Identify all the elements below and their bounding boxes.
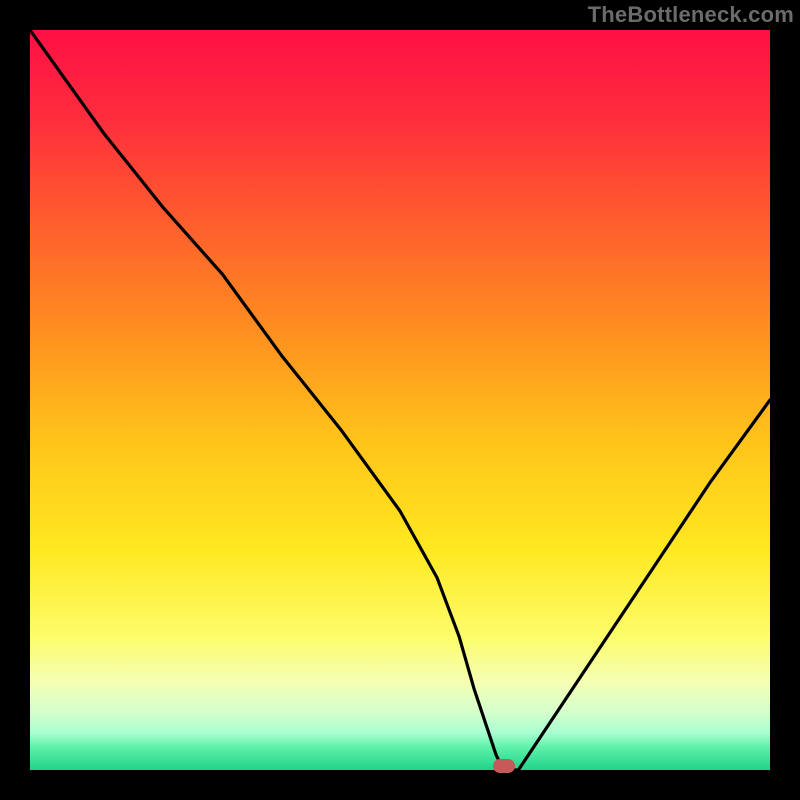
optimal-marker: [493, 759, 515, 773]
curve-layer: [30, 30, 770, 770]
watermark-text: TheBottleneck.com: [588, 2, 794, 28]
bottleneck-curve: [30, 30, 770, 770]
chart-frame: TheBottleneck.com: [0, 0, 800, 800]
plot-area: [30, 30, 770, 770]
